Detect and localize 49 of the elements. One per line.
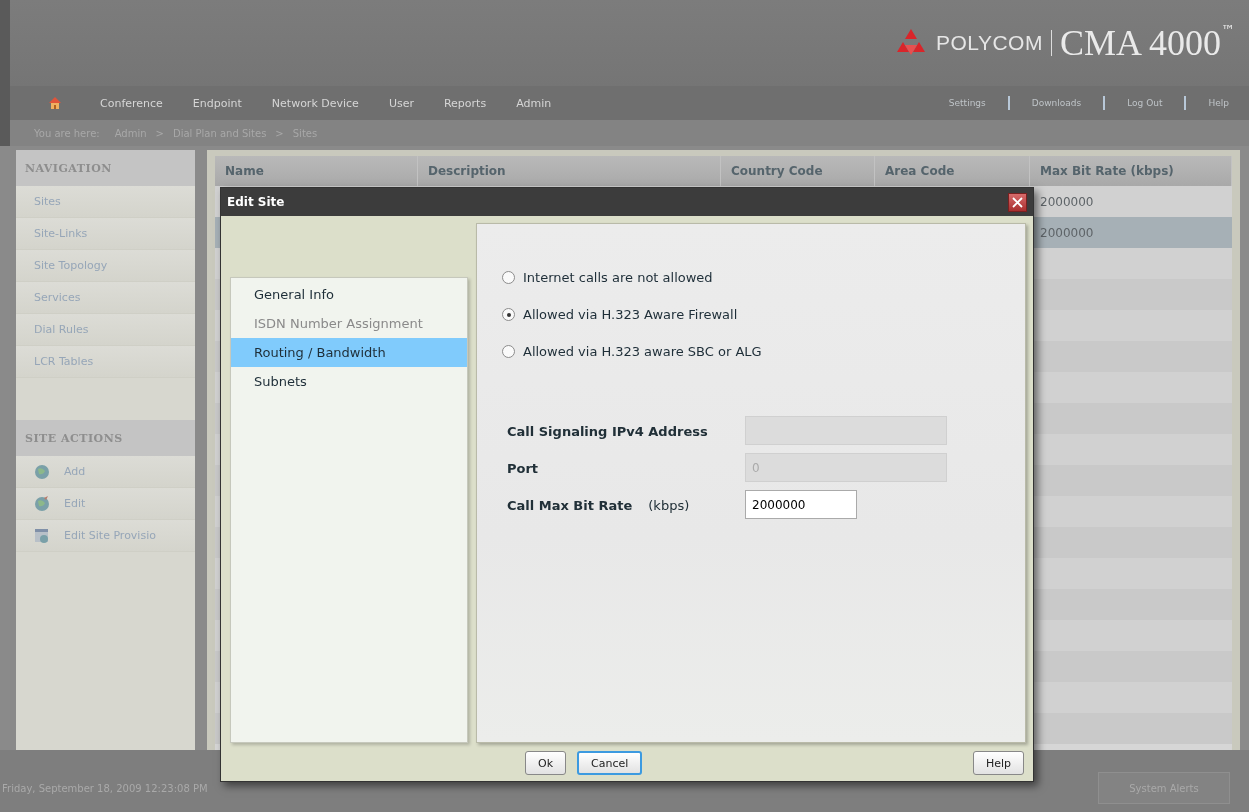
nav-item[interactable]: Admin (516, 96, 552, 110)
header-link[interactable]: Downloads (1031, 98, 1082, 108)
nav-item[interactable]: Conference (100, 96, 163, 110)
sidebar-item[interactable]: Services (16, 282, 195, 314)
sidebar-item[interactable]: LCR Tables (16, 346, 195, 378)
breadcrumb-separator: > (275, 127, 284, 139)
dialog-button[interactable]: Ok (525, 751, 567, 775)
sidebar-item[interactable]: Edit (16, 488, 195, 520)
sidebar-item[interactable]: Edit Site Provisio (16, 520, 195, 552)
breadcrumb-separator: > (155, 127, 164, 139)
section-item[interactable]: Routing / Bandwidth (231, 338, 467, 367)
radio-button[interactable] (502, 271, 515, 284)
radio-label: Allowed via H.323 Aware Firewall (523, 307, 738, 322)
sidebar-item[interactable]: Dial Rules (16, 314, 195, 346)
radio-button[interactable] (502, 345, 515, 358)
nav-item[interactable]: Endpoint (192, 96, 242, 110)
header-link[interactable]: Log Out (1127, 98, 1163, 108)
field-label: Call Max Bit Rate (kbps) (507, 497, 691, 515)
globe-icon (34, 463, 50, 480)
nav-item[interactable]: Reports (443, 96, 487, 110)
field-label: Port (507, 460, 540, 478)
close-icon (1011, 195, 1024, 209)
dialog-button[interactable]: Cancel (577, 751, 643, 775)
sidebar-item[interactable]: Site Topology (16, 250, 195, 282)
trademark: ™ (1221, 22, 1235, 38)
nav-item[interactable]: Network Device (271, 96, 359, 110)
input-field[interactable]: 2000000 (745, 490, 857, 519)
product-name: CMA 4000 (1059, 22, 1221, 64)
sidebar-item[interactable]: Add (16, 456, 195, 488)
nav-item[interactable]: User (388, 96, 414, 110)
header-link[interactable]: Help (1208, 98, 1229, 108)
table-cell-text: 2000000 (1039, 224, 1095, 242)
header-link[interactable]: Settings (948, 98, 986, 108)
globe-pencil-icon (34, 495, 50, 512)
radio-label: Internet calls are not allowed (523, 270, 713, 285)
home-icon[interactable] (48, 96, 62, 110)
radio-button[interactable] (502, 308, 515, 321)
section-item[interactable]: General Info (231, 280, 467, 309)
close-button[interactable] (1008, 192, 1027, 212)
help-button[interactable]: Help (972, 751, 1024, 775)
radio-label: Allowed via H.323 aware SBC or ALG (523, 344, 762, 359)
brand-name: POLYCOM (936, 30, 1052, 56)
dialog-title: Edit Site (227, 195, 285, 209)
table-cell-text: 2000000 (1039, 193, 1095, 211)
calendar-icon (34, 527, 50, 544)
section-item[interactable]: Subnets (231, 367, 467, 396)
sidebar-item[interactable]: Site-Links (16, 218, 195, 250)
field-label: Call Signaling IPv4 Address (507, 423, 709, 441)
sidebar-item[interactable]: Sites (16, 186, 195, 218)
